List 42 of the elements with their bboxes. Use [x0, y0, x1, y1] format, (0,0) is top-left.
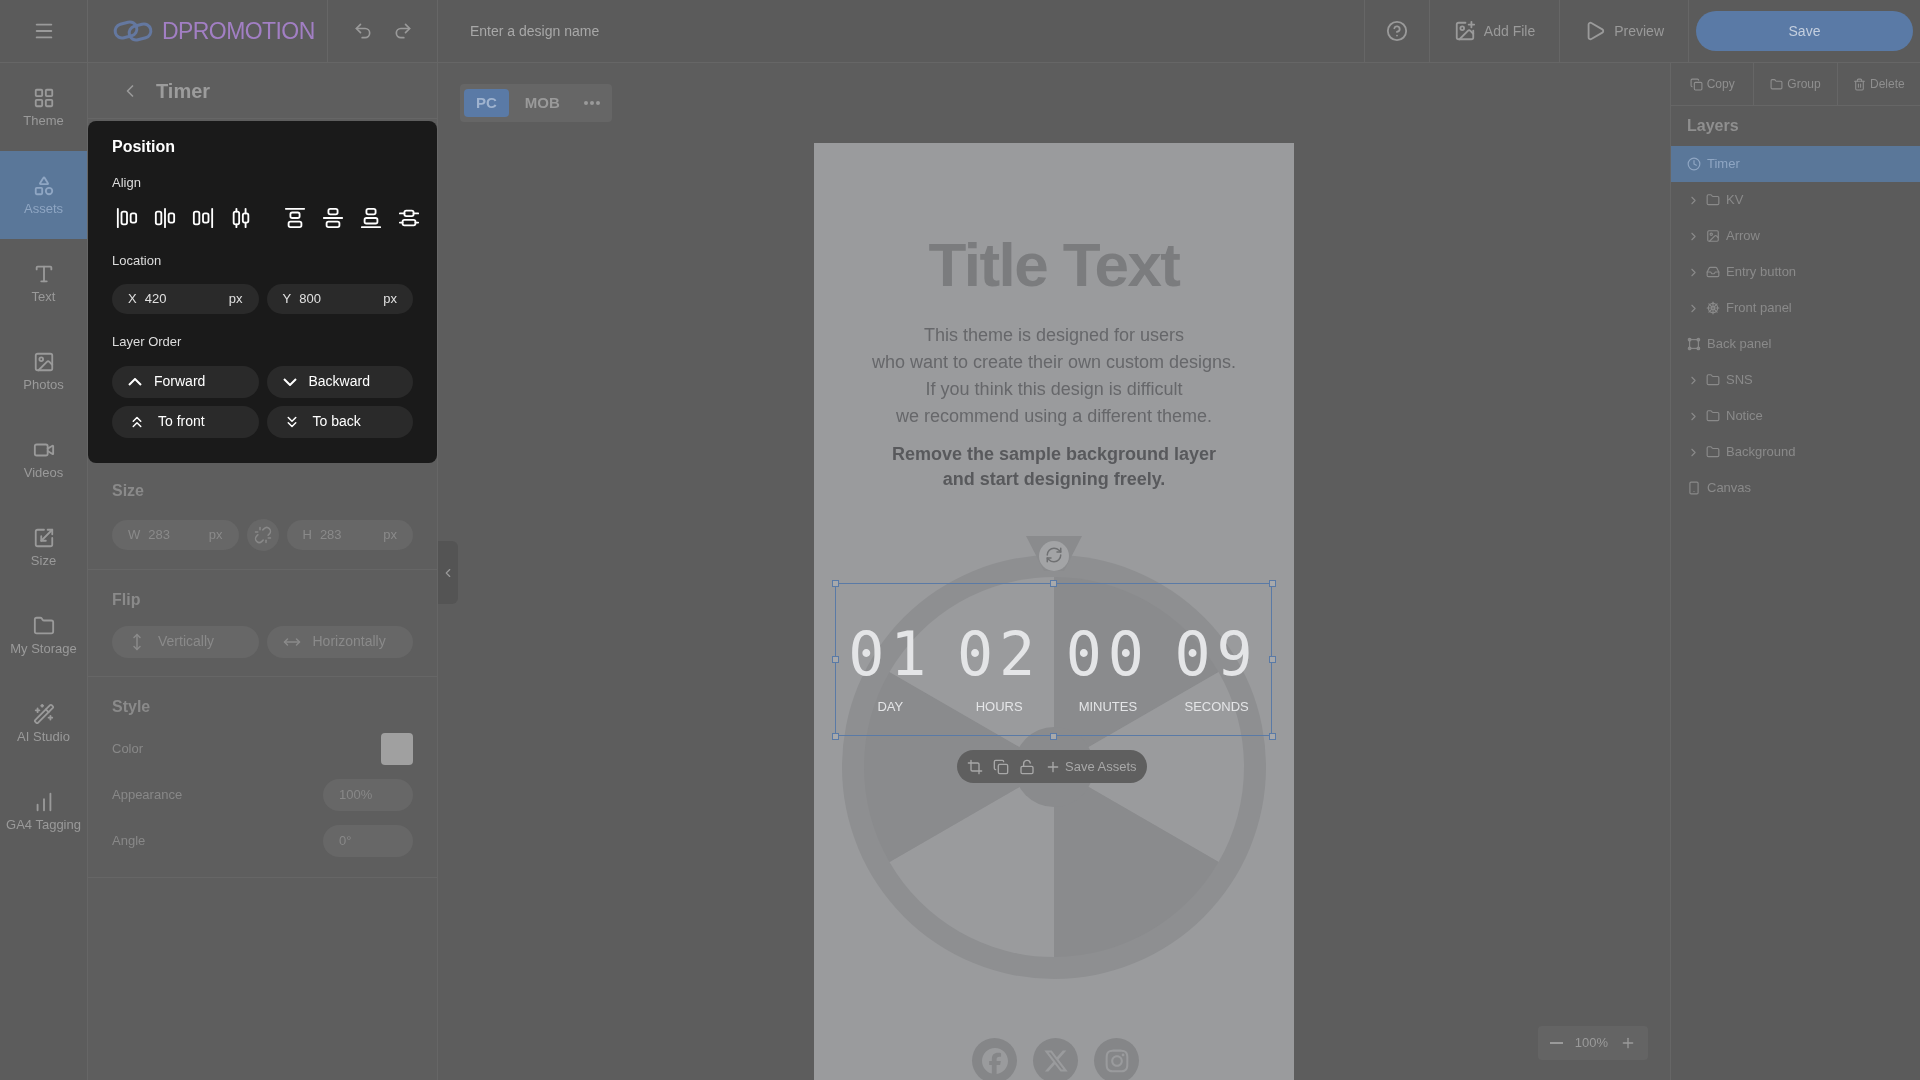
- timer-digits: 01: [848, 622, 933, 685]
- axis-label: X: [128, 290, 137, 309]
- toolbar-action[interactable]: Preview: [1559, 0, 1688, 62]
- rail-item[interactable]: Photos: [0, 327, 87, 415]
- number-field[interactable]: X 420 px: [112, 284, 259, 314]
- view-tab[interactable]: PC: [464, 89, 509, 117]
- unit-label: px: [228, 290, 243, 309]
- layer-order-button[interactable]: Backward: [266, 365, 413, 398]
- rail-item[interactable]: AI Studio: [0, 679, 87, 767]
- rail-item[interactable]: Theme: [0, 63, 87, 151]
- save-assets-button[interactable]: Save Assets: [1045, 756, 1137, 777]
- rail-item[interactable]: GA4 Tagging: [0, 767, 87, 855]
- field-label: Align: [112, 174, 142, 192]
- rail-item[interactable]: Size: [0, 503, 87, 591]
- emphasis-text-line: and start designing freely.: [942, 468, 1166, 491]
- emphasis-text-line: Remove the sample background layer: [891, 443, 1217, 466]
- timer-label: SECONDS: [1184, 697, 1249, 716]
- timer-digits: 09: [1174, 622, 1259, 685]
- panel-title: Timer: [156, 78, 211, 104]
- timer-label: MINUTES: [1078, 697, 1138, 716]
- field-value: 420: [144, 290, 168, 309]
- field-value: 800: [299, 290, 322, 309]
- timer-label: HOURS: [975, 697, 1023, 716]
- layer-order-button[interactable]: To back: [266, 405, 413, 438]
- rail-item[interactable]: My Storage: [0, 591, 87, 679]
- field-label: Layer Order: [112, 333, 183, 351]
- rail-item[interactable]: Videos: [0, 415, 87, 503]
- save-button[interactable]: Save: [1696, 11, 1913, 51]
- timer-digits: 00: [1065, 622, 1150, 685]
- axis-label: Y: [282, 290, 292, 309]
- timer-label: DAY: [877, 697, 904, 716]
- rail-item[interactable]: Text: [0, 239, 87, 327]
- layer-order-button[interactable]: To front: [112, 405, 259, 438]
- design-name-field[interactable]: Enter a design name: [438, 0, 1364, 62]
- number-field[interactable]: Y 800 px: [266, 284, 413, 314]
- section-title: Position: [112, 137, 177, 157]
- field-label: Location: [112, 251, 163, 270]
- layer-order-button[interactable]: Forward: [112, 365, 259, 398]
- logo-text: DPROMOTION: [162, 16, 315, 46]
- unit-label: px: [383, 290, 397, 309]
- toolbar-action[interactable]: Add File: [1428, 0, 1560, 62]
- timer-digits: 02: [957, 622, 1042, 685]
